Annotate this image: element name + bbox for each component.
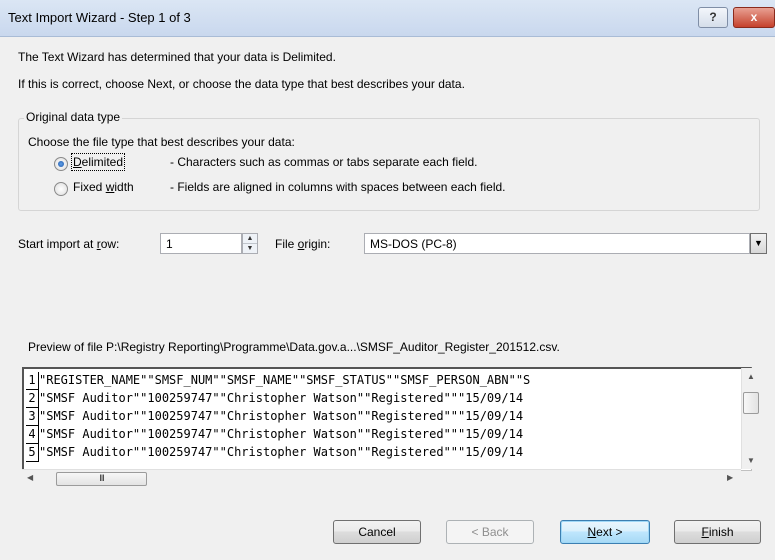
- fixed-width-description: - Fields are aligned in columns with spa…: [170, 180, 506, 194]
- back-button[interactable]: < Back: [446, 520, 534, 544]
- delimited-label[interactable]: Delimited: [70, 153, 126, 171]
- fixed-width-label[interactable]: Fixed width: [73, 180, 134, 194]
- preview-row: 4 "SMSF Auditor""100259747""Christopher W…: [26, 426, 523, 444]
- cancel-button[interactable]: Cancel: [333, 520, 421, 544]
- file-origin-label: File origin:: [275, 237, 331, 251]
- window-title: Text Import Wizard - Step 1 of 3: [8, 10, 191, 25]
- scroll-up-icon[interactable]: ▲: [747, 372, 755, 381]
- start-row-spinner[interactable]: ▲ ▼: [242, 233, 258, 254]
- scroll-down-icon[interactable]: ▼: [747, 456, 755, 465]
- group-legend: Original data type: [24, 110, 123, 124]
- finish-button[interactable]: Finish: [674, 520, 761, 544]
- delimited-radio[interactable]: [54, 157, 68, 171]
- preview-row: 3 "SMSF Auditor""100259747""Christopher W…: [26, 408, 523, 426]
- vertical-scroll-thumb[interactable]: [743, 392, 759, 414]
- chevron-down-icon[interactable]: ▼: [750, 233, 767, 254]
- next-button[interactable]: Next >: [560, 520, 650, 544]
- horizontal-scroll-thumb[interactable]: III: [56, 472, 147, 486]
- start-row-input[interactable]: 1: [160, 233, 242, 254]
- scroll-right-icon[interactable]: ▶: [727, 473, 733, 482]
- preview-caption: Preview of file P:\Registry Reporting\Pr…: [28, 340, 560, 354]
- help-button[interactable]: ?: [698, 7, 728, 28]
- spin-down-icon[interactable]: ▼: [243, 244, 257, 253]
- scroll-left-icon[interactable]: ◀: [27, 473, 33, 482]
- file-origin-select[interactable]: MS-DOS (PC-8): [364, 233, 750, 254]
- preview-row: 2 "SMSF Auditor""100259747""Christopher W…: [26, 390, 523, 408]
- delimited-description: - Characters such as commas or tabs sepa…: [170, 155, 478, 169]
- radio-selected-dot: [58, 161, 64, 167]
- preview-row: 5 "SMSF Auditor""100259747""Christopher W…: [26, 444, 523, 462]
- file-type-prompt: Choose the file type that best describes…: [28, 135, 295, 149]
- start-row-label: Start import at row:: [18, 237, 120, 251]
- preview-row: 1 "REGISTER_NAME""SMSF_NUM""SMSF_NAME""SM…: [26, 372, 530, 390]
- spin-up-icon[interactable]: ▲: [243, 234, 257, 244]
- vertical-scrollbar[interactable]: ▲ ▼: [741, 368, 759, 469]
- horizontal-scrollbar[interactable]: ◀ III ▶: [22, 469, 741, 487]
- intro-line-2: If this is correct, choose Next, or choo…: [18, 77, 465, 91]
- intro-line-1: The Text Wizard has determined that your…: [18, 50, 336, 64]
- close-button[interactable]: x: [733, 7, 775, 28]
- fixed-width-radio[interactable]: [54, 182, 68, 196]
- preview-pane[interactable]: 1 "REGISTER_NAME""SMSF_NUM""SMSF_NAME""SM…: [22, 367, 752, 471]
- title-bar: Text Import Wizard - Step 1 of 3 ? x: [0, 0, 775, 37]
